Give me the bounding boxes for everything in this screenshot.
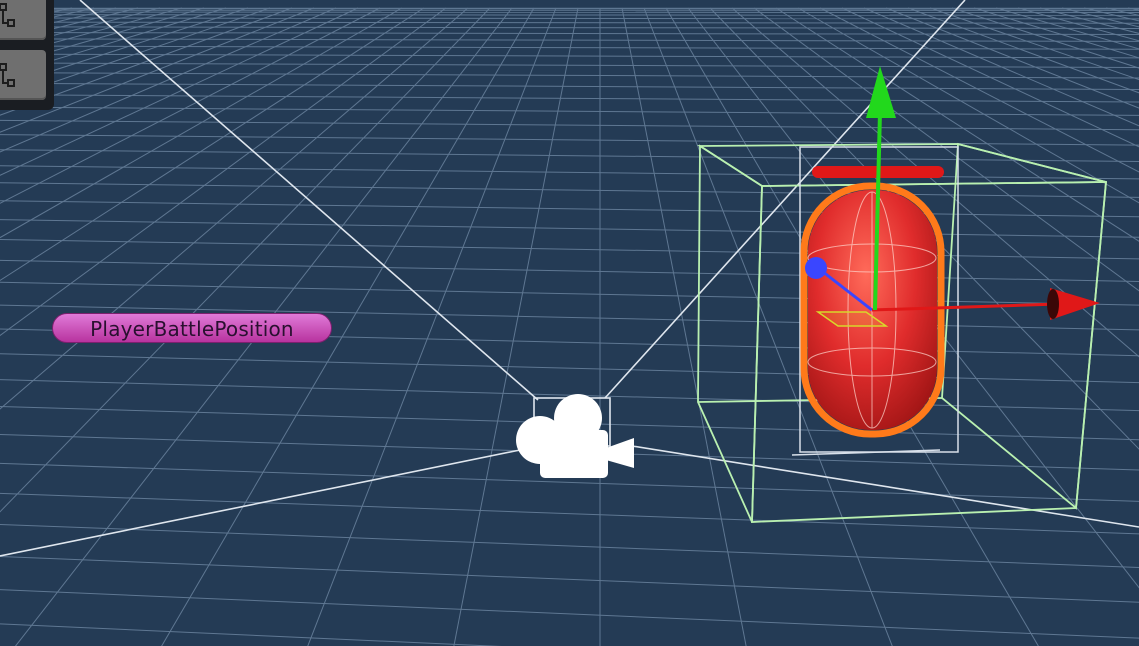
grid-line (929, 7, 1139, 81)
grid-line (0, 72, 1139, 79)
grid-line (0, 106, 1139, 116)
grid-line (0, 219, 1139, 238)
grid-line (951, 7, 1139, 69)
grid-line (0, 53, 1139, 59)
grid-line (1127, 7, 1139, 11)
grid-line (0, 45, 1139, 50)
grid-line (0, 26, 1139, 29)
hierarchy-tool-button-2[interactable] (0, 50, 46, 100)
grid-line (0, 281, 1139, 306)
grid-line (0, 523, 1139, 568)
node-hierarchy-icon (0, 3, 15, 27)
grid-line (0, 556, 1139, 603)
node-hierarchy-icon (0, 63, 15, 87)
grid-line (1039, 7, 1139, 34)
grid-line (0, 259, 1139, 282)
position-marker-label[interactable]: PlayerBattlePosition (52, 313, 332, 343)
grid-line (0, 17, 1139, 20)
hierarchy-tool-button[interactable] (0, 0, 46, 40)
grid-line (453, 7, 579, 646)
grid-line (0, 21, 1139, 24)
grid-line (0, 182, 1139, 198)
grid-line (1017, 7, 1139, 42)
gizmo-z-handle[interactable] (805, 257, 827, 279)
grid-line (1105, 7, 1139, 16)
grid-line (0, 149, 1139, 163)
grid-line (0, 200, 1139, 218)
tool-panel (0, 0, 54, 110)
grid-line (307, 7, 557, 646)
grid-line (0, 165, 1139, 180)
grid-line (0, 119, 1139, 131)
gizmo-y-arrow[interactable] (866, 66, 896, 118)
grid-line (0, 239, 1139, 260)
grid-line (0, 623, 502, 646)
grid-line (0, 14, 1139, 16)
